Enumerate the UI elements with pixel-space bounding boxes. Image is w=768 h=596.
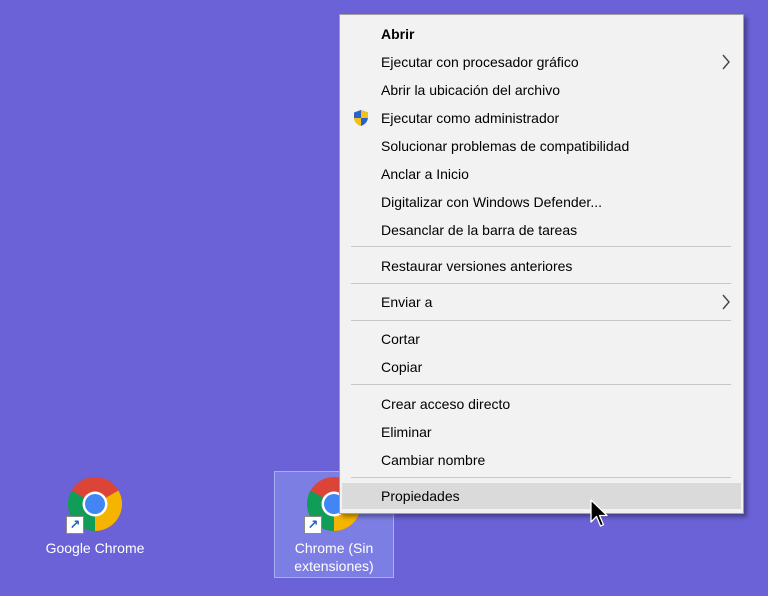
desktop-icon-label-line2: extensiones): [294, 558, 374, 574]
menu-item-label: Anclar a Inicio: [381, 166, 469, 182]
shortcut-arrow-icon: ↗: [66, 516, 84, 534]
menu-separator: [351, 246, 731, 247]
menu-item-desanclar-barra[interactable]: Desanclar de la barra de tareas: [342, 217, 741, 243]
menu-item-abrir-ubicacion[interactable]: Abrir la ubicación del archivo: [342, 77, 741, 103]
menu-item-copiar[interactable]: Copiar: [342, 354, 741, 380]
menu-item-enviar-a[interactable]: Enviar a: [342, 289, 741, 315]
menu-item-cambiar-nombre[interactable]: Cambiar nombre: [342, 447, 741, 473]
menu-item-label: Enviar a: [381, 294, 433, 310]
menu-item-eliminar[interactable]: Eliminar: [342, 419, 741, 445]
menu-item-solucionar-compatibilidad[interactable]: Solucionar problemas de compatibilidad: [342, 133, 741, 159]
menu-item-ejecutar-como-administrador[interactable]: Ejecutar como administrador: [342, 105, 741, 131]
desktop-icon-label: Google Chrome: [45, 540, 145, 556]
menu-item-cortar[interactable]: Cortar: [342, 326, 741, 352]
menu-item-label: Cortar: [381, 331, 420, 347]
menu-item-label: Abrir la ubicación del archivo: [381, 82, 560, 98]
menu-item-digitalizar-defender[interactable]: Digitalizar con Windows Defender...: [342, 189, 741, 215]
menu-item-label: Digitalizar con Windows Defender...: [381, 194, 602, 210]
menu-item-label: Propiedades: [381, 488, 460, 504]
menu-separator: [351, 320, 731, 321]
desktop-icon-label-line1: Chrome (Sin: [294, 540, 374, 556]
menu-item-label: Copiar: [381, 359, 423, 375]
shortcut-arrow-icon: ↗: [304, 516, 322, 534]
menu-item-label: Restaurar versiones anteriores: [381, 258, 573, 274]
menu-item-label: Eliminar: [381, 424, 432, 440]
menu-item-propiedades[interactable]: Propiedades: [342, 483, 741, 509]
menu-item-label: Cambiar nombre: [381, 452, 486, 468]
menu-separator: [351, 477, 731, 478]
menu-item-label: Solucionar problemas de compatibilidad: [381, 138, 630, 154]
menu-separator: [351, 384, 731, 385]
mouse-cursor-icon: [590, 499, 608, 527]
menu-item-label: Ejecutar con procesador gráfico: [381, 54, 579, 70]
menu-separator: [351, 283, 731, 284]
menu-item-label: Ejecutar como administrador: [381, 110, 560, 126]
menu-item-ejecutar-procesador-grafico[interactable]: Ejecutar con procesador gráfico: [342, 49, 741, 75]
menu-item-restaurar-versiones[interactable]: Restaurar versiones anteriores: [342, 253, 741, 279]
menu-item-anclar-inicio[interactable]: Anclar a Inicio: [342, 161, 741, 187]
menu-item-label: Abrir: [381, 26, 415, 42]
menu-item-label: Crear acceso directo: [381, 396, 511, 412]
context-menu: Abrir Ejecutar con procesador gráfico Ab…: [339, 14, 744, 514]
desktop-icon-label: Chrome (Sin extensiones): [275, 539, 393, 575]
menu-item-label: Desanclar de la barra de tareas: [381, 222, 578, 238]
uac-shield-icon: [354, 110, 368, 126]
chevron-right-icon: [721, 289, 731, 324]
desktop-icon-google-chrome[interactable]: ↗ Google Chrome: [36, 470, 154, 562]
menu-item-abrir[interactable]: Abrir: [342, 21, 741, 47]
menu-item-crear-acceso-directo[interactable]: Crear acceso directo: [342, 391, 741, 417]
